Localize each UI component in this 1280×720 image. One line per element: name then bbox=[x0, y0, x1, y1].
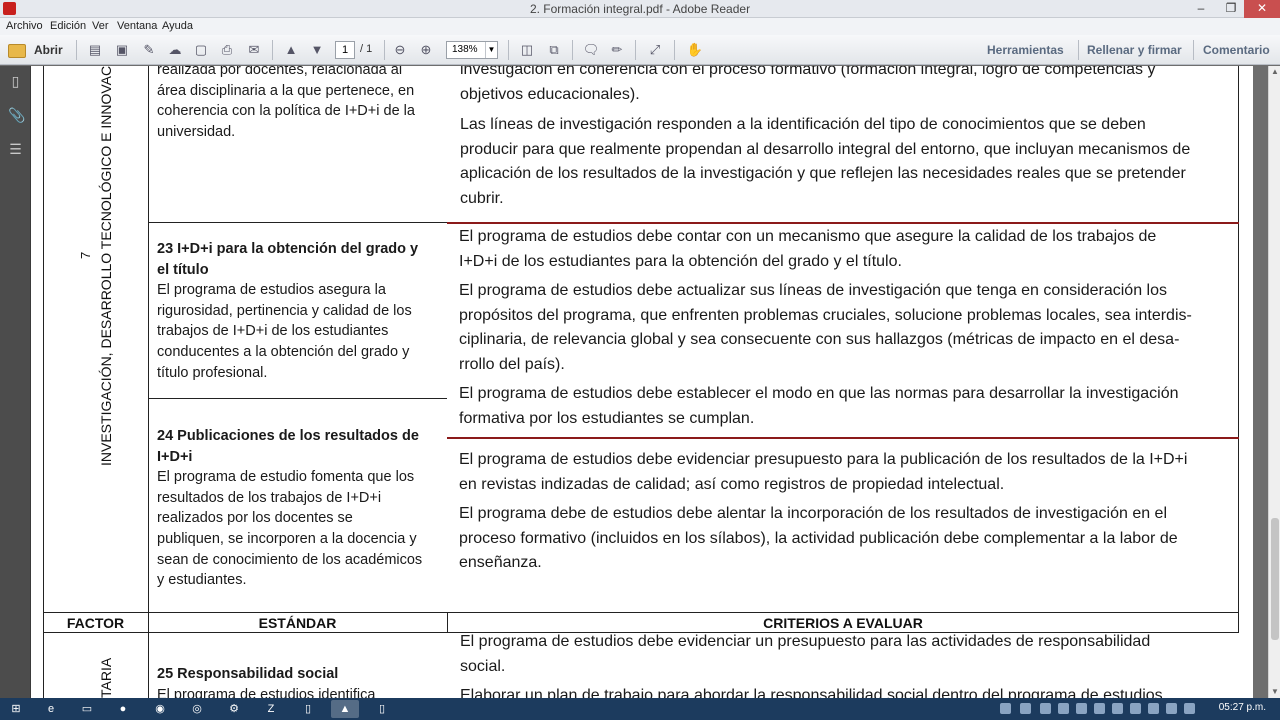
layers-icon[interactable]: ☰ bbox=[8, 142, 23, 157]
page-thumbnails-icon[interactable]: ▯ bbox=[8, 74, 23, 89]
standard-title: 24 Publicaciones de los resultados de bbox=[157, 428, 419, 444]
attachments-icon[interactable]: 📎 bbox=[8, 108, 25, 123]
highlight-icon[interactable]: ✏ bbox=[608, 41, 626, 59]
start-button-icon[interactable]: ⊞ bbox=[2, 700, 30, 718]
tray-icon[interactable] bbox=[1112, 703, 1123, 714]
factor-name-vertical: INVESTIGACIÓN, DESARROLLO TECNOLÓGICO E … bbox=[98, 66, 114, 466]
volume-icon[interactable] bbox=[1184, 703, 1195, 714]
print-icon[interactable]: ⎙ bbox=[218, 41, 236, 59]
system-clock[interactable]: 05:27 p.m. bbox=[1219, 702, 1266, 713]
tray-icon[interactable] bbox=[1000, 703, 1011, 714]
fit-width-icon[interactable]: ⧉ bbox=[545, 41, 563, 59]
fit-page-icon[interactable]: ◫ bbox=[518, 41, 536, 59]
document-viewport[interactable]: INVESTIGACIÓN, DESARROLLO TECNOLÓGICO E … bbox=[31, 66, 1268, 698]
zoom-select[interactable]: 138% ▼ bbox=[446, 41, 498, 59]
app-gear-icon[interactable]: ⚙ bbox=[220, 700, 248, 718]
criteria-cell-25: El programa de estudios debe evidenciar … bbox=[460, 633, 1163, 698]
menu-ayuda[interactable]: Ayuda bbox=[162, 20, 193, 32]
adobe-reader-taskbar-icon[interactable]: ▲ bbox=[331, 700, 359, 718]
app-window2-icon[interactable]: ▯ bbox=[368, 700, 396, 718]
previous-page-icon[interactable]: ▲ bbox=[282, 41, 300, 59]
header-factor: FACTOR bbox=[66, 615, 125, 631]
header-criteria: CRITERIOS A EVALUAR bbox=[763, 615, 923, 631]
email-icon[interactable]: ✉ bbox=[245, 41, 263, 59]
create-pdf-icon[interactable]: ▤ bbox=[86, 41, 104, 59]
standard-title: 25 Responsabilidad social bbox=[157, 666, 339, 682]
close-button[interactable]: ✕ bbox=[1244, 0, 1280, 18]
edit-icon[interactable]: ✎ bbox=[140, 41, 158, 59]
tools-panel-link[interactable]: Herramientas bbox=[987, 43, 1064, 57]
menu-archivo[interactable]: Archivo bbox=[6, 20, 43, 32]
file-explorer-icon[interactable]: ▭ bbox=[73, 700, 101, 718]
scroll-up-icon[interactable]: ▲ bbox=[1269, 66, 1280, 78]
tray-icon[interactable] bbox=[1130, 703, 1141, 714]
page-total: / 1 bbox=[360, 43, 373, 55]
app-green-icon[interactable]: ● bbox=[109, 700, 137, 718]
menu-ver[interactable]: Ver bbox=[92, 20, 109, 32]
menu-bar: Archivo Edición Ver Ventana Ayuda bbox=[0, 18, 1280, 35]
chevron-down-icon[interactable]: ▼ bbox=[485, 42, 497, 58]
cloud-upload-icon[interactable]: ☁ bbox=[166, 41, 184, 59]
app-window-icon[interactable]: ▯ bbox=[294, 700, 322, 718]
window-title: 2. Formación integral.pdf - Adobe Reader bbox=[529, 2, 751, 16]
header-standard: ESTÁNDAR bbox=[258, 615, 337, 631]
tray-icon[interactable] bbox=[1076, 703, 1087, 714]
standard-cell-23: 23 I+D+i para la obtención del grado y e… bbox=[157, 241, 419, 381]
zoom-in-icon[interactable]: ⊕ bbox=[417, 41, 435, 59]
factor-number: 7 bbox=[78, 251, 93, 259]
comment-bubble-icon[interactable]: 🗨 bbox=[582, 41, 600, 59]
export-pdf-icon[interactable]: ▣ bbox=[113, 41, 131, 59]
full-screen-icon[interactable]: ⤢ bbox=[646, 41, 664, 59]
network-icon[interactable] bbox=[1166, 703, 1177, 714]
open-folder-icon[interactable] bbox=[8, 44, 26, 58]
zoom-out-icon[interactable]: ⊖ bbox=[391, 41, 409, 59]
maximize-button[interactable]: ❐ bbox=[1218, 0, 1244, 18]
standard-cell-25: 25 Responsabilidad social El programa de… bbox=[157, 666, 376, 698]
hand-tool-icon[interactable]: ✋ bbox=[686, 41, 704, 59]
open-button[interactable]: Abrir bbox=[34, 43, 63, 61]
next-page-icon[interactable]: ▼ bbox=[308, 41, 326, 59]
criteria-cell-24: El programa de estudios debe evidenciar … bbox=[459, 451, 1188, 571]
windows-taskbar: ⊞ e ▭ ● ◉ ◎ ⚙ Z ▯ ▲ ▯ 05:27 p.m. bbox=[0, 698, 1280, 720]
scroll-thumb[interactable] bbox=[1271, 518, 1279, 640]
criteria-cell-23: El programa de estudios debe contar con … bbox=[459, 228, 1192, 427]
fill-sign-panel-link[interactable]: Rellenar y firmar bbox=[1087, 43, 1182, 57]
criteria-cell-22: investigación en coherencia con el proce… bbox=[460, 66, 1191, 207]
standard-cell-22: realizada por docentes, relacionada al á… bbox=[157, 66, 415, 140]
factor-name-vertical-next: TARIA bbox=[98, 657, 114, 698]
standard-title: 23 I+D+i para la obtención del grado y bbox=[157, 241, 419, 257]
toolbar: Abrir ▤ ▣ ✎ ☁ ▢ ⎙ ✉ ▲ ▼ 1 / 1 ⊖ ⊕ 138% ▼… bbox=[0, 35, 1280, 65]
window-titlebar: 2. Formación integral.pdf - Adobe Reader… bbox=[0, 0, 1280, 18]
tray-icon[interactable] bbox=[1020, 703, 1031, 714]
pdf-page: INVESTIGACIÓN, DESARROLLO TECNOLÓGICO E … bbox=[31, 66, 1253, 698]
menu-ventana[interactable]: Ventana bbox=[117, 20, 157, 32]
navigation-panel: ▯ 📎 ☰ bbox=[0, 66, 31, 698]
scroll-down-icon[interactable]: ▼ bbox=[1269, 686, 1280, 698]
tray-icon[interactable] bbox=[1094, 703, 1105, 714]
minimize-button[interactable]: – bbox=[1188, 0, 1214, 18]
tray-icon[interactable] bbox=[1148, 703, 1159, 714]
internet-explorer-icon[interactable]: e bbox=[37, 700, 65, 718]
zoom-value: 138% bbox=[452, 44, 478, 55]
save-icon[interactable]: ▢ bbox=[192, 41, 210, 59]
comment-panel-link[interactable]: Comentario bbox=[1203, 43, 1270, 57]
tray-icon[interactable] bbox=[1058, 703, 1069, 714]
filezilla-icon[interactable]: Z bbox=[257, 700, 285, 718]
standard-cell-24: 24 Publicaciones de los resultados de I+… bbox=[157, 428, 423, 589]
menu-edicion[interactable]: Edición bbox=[50, 20, 86, 32]
firefox-icon[interactable]: ◉ bbox=[146, 700, 174, 718]
chrome-icon[interactable]: ◎ bbox=[183, 700, 211, 718]
vertical-scrollbar[interactable]: ▲ ▼ bbox=[1268, 66, 1280, 698]
tray-icon[interactable] bbox=[1040, 703, 1051, 714]
page-number-input[interactable]: 1 bbox=[335, 41, 355, 59]
